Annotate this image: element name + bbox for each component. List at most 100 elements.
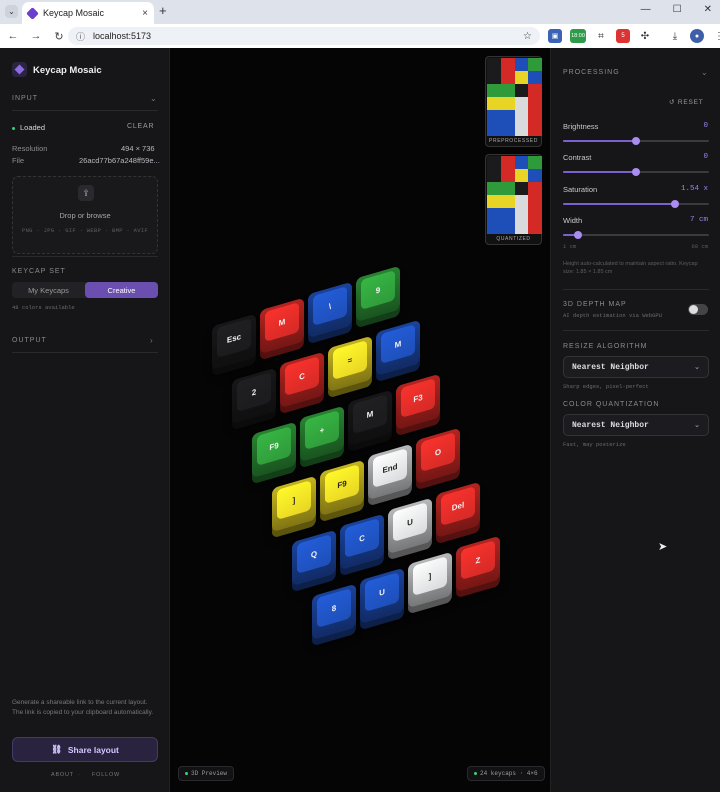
contrast-slider-handle[interactable] <box>632 168 640 176</box>
forward-icon[interactable]: → <box>26 30 46 42</box>
saturation-slider[interactable] <box>563 200 709 208</box>
keycap[interactable]: \ <box>308 281 352 339</box>
output-section-title[interactable]: OUTPUT <box>12 337 47 344</box>
tab-search-icon[interactable]: ⌄ <box>5 5 18 18</box>
resolution-label: Resolution <box>12 144 48 153</box>
resize-algorithm-title: RESIZE ALGORITHM <box>563 343 648 350</box>
chevron-right-icon[interactable]: › <box>150 336 153 345</box>
keycap-mosaic[interactable]: Esc M \ 9 2 C = M F9 + M F3] F9 End O Q C U Del 8 U] Z <box>170 48 550 792</box>
width-label: Width <box>563 216 583 225</box>
download-icon[interactable]: ⤓ <box>668 29 682 43</box>
color-quantization-title: COLOR QUANTIZATION <box>563 401 660 408</box>
close-window-icon[interactable]: ✕ <box>704 4 712 15</box>
brightness-label: Brightness <box>563 122 599 131</box>
resize-algorithm-select[interactable]: Nearest Neighbor ⌄ <box>563 356 709 378</box>
contrast-value: 0 <box>703 153 708 161</box>
keycap[interactable]: U <box>388 497 432 555</box>
profile-avatar[interactable]: ● <box>690 29 704 43</box>
contrast-slider[interactable] <box>563 168 709 176</box>
file-value: 26acd77b67a248ff59e... <box>79 156 160 165</box>
new-tab-icon[interactable]: + <box>159 3 167 18</box>
keycap[interactable]: M <box>348 389 392 447</box>
width-slider-handle[interactable] <box>573 231 582 239</box>
keycap[interactable]: O <box>416 427 460 485</box>
maximize-icon[interactable]: ☐ <box>673 4 682 15</box>
color-quantization-select[interactable]: Nearest Neighbor ⌄ <box>563 414 709 436</box>
chevron-down-icon: ⌄ <box>694 421 700 430</box>
width-slider[interactable] <box>563 231 709 239</box>
browser-tab[interactable]: Keycap Mosaic × <box>22 2 154 24</box>
extension-screenshot-icon[interactable]: ⌗ <box>594 29 608 43</box>
bookmark-star-icon[interactable]: ☆ <box>523 31 532 42</box>
preview-label: 3D Preview <box>191 770 228 777</box>
saturation-slider-handle[interactable] <box>671 200 680 208</box>
keycap[interactable]: ] <box>272 475 316 533</box>
color-quantization-desc: Fast, may posterize <box>563 441 626 448</box>
site-info-icon[interactable]: ⓘ <box>76 30 85 43</box>
processing-panel: PROCESSING ⌄ ↺ RESET Brightness 0 Contra… <box>550 48 720 792</box>
input-section-title[interactable]: INPUT <box>12 95 38 102</box>
follow-link[interactable]: FOLLOW <box>92 772 120 778</box>
keycap[interactable]: M <box>376 319 420 377</box>
3d-viewport[interactable]: PREPROCESSED QUANTIZED Esc M \ 9 2 C = M F9 + M F3]… <box>170 48 550 792</box>
keycap[interactable]: M <box>260 297 304 355</box>
resolution-value: 494 × 736 <box>121 144 155 153</box>
saturation-value: 1.54 x <box>680 185 708 193</box>
minimize-icon[interactable]: — <box>641 4 651 15</box>
keycap[interactable]: Del <box>436 481 480 539</box>
app: Keycap Mosaic INPUT ⌄ Loaded CLEAR Resol… <box>0 48 720 792</box>
back-icon[interactable]: ← <box>3 30 23 42</box>
extension-badge-icon[interactable]: 5 <box>616 29 630 43</box>
keycap[interactable]: Z <box>456 535 500 593</box>
keycap[interactable]: F9 <box>252 421 296 479</box>
keycap[interactable]: U <box>360 567 404 625</box>
seg-my-keycaps[interactable]: My Keycaps <box>12 282 85 298</box>
depth-map-desc: AI depth estimation via WebGPU <box>563 312 663 319</box>
keycap[interactable]: 2 <box>232 367 276 425</box>
clear-button[interactable]: CLEAR <box>127 123 154 130</box>
keycap[interactable]: End <box>368 443 412 501</box>
drop-zone[interactable]: ⇪ Drop or browse PNG · JPG · GIF · WEBP … <box>12 176 158 254</box>
keycap[interactable]: C <box>340 513 384 571</box>
extension-clock-icon[interactable]: 18:00 <box>570 29 586 43</box>
status-loaded: Loaded <box>12 123 45 132</box>
chevron-down-icon: ⌄ <box>694 363 700 372</box>
browser-menu-icon[interactable]: ⋮ <box>712 29 720 43</box>
reset-button[interactable]: ↺ RESET <box>669 98 704 106</box>
keycap[interactable]: = <box>328 335 372 393</box>
keycap[interactable]: 9 <box>356 265 400 323</box>
brightness-slider-handle[interactable] <box>632 137 640 145</box>
address-bar[interactable]: ⓘ localhost:5173 ☆ <box>68 27 540 45</box>
reload-icon[interactable]: ↻ <box>49 30 69 43</box>
keycap[interactable]: ] <box>408 551 452 609</box>
about-link[interactable]: ABOUT <box>51 772 74 778</box>
brightness-slider[interactable] <box>563 137 709 145</box>
supported-formats: PNG · JPG · GIF · WEBP · BMP · AVIF <box>21 227 149 234</box>
color-quantization-value: Nearest Neighbor <box>572 420 649 430</box>
share-layout-button[interactable]: ⛓ Share layout <box>12 737 158 762</box>
tab-strip: ⌄ Keycap Mosaic × + — ☐ ✕ <box>0 0 720 24</box>
keycap[interactable]: + <box>300 405 344 463</box>
nav-bar: ← → ↻ ⓘ localhost:5173 ☆ ▣ 18:00 ⌗ 5 ✣ ⤓… <box>0 24 720 48</box>
chevron-down-icon[interactable]: ⌄ <box>150 94 157 103</box>
keycap[interactable]: Esc <box>212 313 256 371</box>
depth-map-toggle[interactable] <box>688 304 708 315</box>
chevron-down-icon[interactable]: ⌄ <box>701 68 708 77</box>
keycap[interactable]: F3 <box>396 373 440 431</box>
width-note: Height auto-calculated to maintain aspec… <box>563 261 698 275</box>
window-controls: — ☐ ✕ <box>641 4 712 15</box>
extension-shield-icon[interactable]: ▣ <box>548 29 562 43</box>
keycap[interactable]: Q <box>292 529 336 587</box>
status-text: Loaded <box>20 123 46 132</box>
live-dot-icon <box>185 771 188 775</box>
processing-title[interactable]: PROCESSING <box>563 69 620 76</box>
close-tab-icon[interactable]: × <box>142 8 148 19</box>
keycap[interactable]: 8 <box>312 583 356 641</box>
keycap[interactable]: F9 <box>320 459 364 517</box>
seg-creative[interactable]: Creative <box>85 282 158 298</box>
contrast-label: Contrast <box>563 153 592 162</box>
keycap[interactable]: C <box>280 351 324 409</box>
drop-text: Drop or browse <box>59 211 111 220</box>
extensions-puzzle-icon[interactable]: ✣ <box>638 29 652 43</box>
saturation-label: Saturation <box>563 185 598 194</box>
